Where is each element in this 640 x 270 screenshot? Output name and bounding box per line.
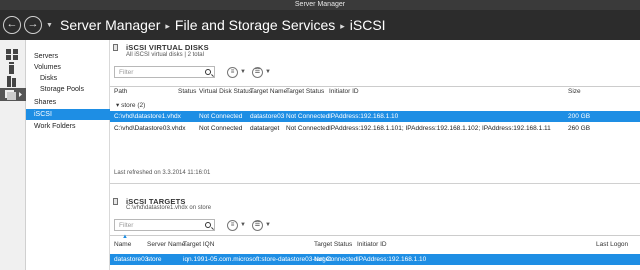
- breadcrumb-file-storage[interactable]: File and Storage Services: [175, 17, 335, 33]
- cell-target-status: Not Connected: [286, 113, 330, 120]
- nav-item-storage-pools[interactable]: Storage Pools: [40, 86, 84, 93]
- group-header[interactable]: ▾ store (2): [116, 101, 145, 109]
- panel-divider: [110, 183, 640, 184]
- file-storage-services-icon[interactable]: [0, 88, 26, 101]
- history-dropdown-icon[interactable]: ▼: [46, 22, 53, 29]
- nav-item-disks[interactable]: Disks: [40, 75, 57, 82]
- targets-section-subtitle: C:\vhd\datastore1.vhdx on store: [126, 205, 212, 211]
- all-servers-icon[interactable]: [5, 75, 19, 88]
- cell-target-name: datastore03: [250, 113, 285, 120]
- cell-path: C:\vhd\datastore1.vhdx: [114, 113, 181, 120]
- nav-pane: Servers Volumes Disks Storage Pools Shar…: [26, 40, 110, 270]
- cell-server-name: store: [147, 256, 162, 263]
- nav-item-work-folders[interactable]: Work Folders: [34, 123, 76, 130]
- col-vd-status[interactable]: Virtual Disk Status: [199, 88, 252, 95]
- nav-item-shares[interactable]: Shares: [34, 99, 56, 106]
- back-button[interactable]: ←: [3, 16, 21, 34]
- cell-target-iqn: iqn.1991-05.com.microsoft:store-datastor…: [183, 256, 332, 263]
- table-row[interactable]: datastore03 store iqn.1991-05.com.micros…: [110, 254, 640, 265]
- sort-ascending-icon: ▲: [122, 234, 128, 240]
- cell-target-status: Not Connected: [314, 256, 358, 263]
- virtual-disk-icon: [113, 44, 118, 51]
- list-options-button[interactable]: ≡: [227, 220, 238, 231]
- chevron-down-icon[interactable]: ▼: [265, 222, 271, 228]
- breadcrumb-server-manager[interactable]: Server Manager: [60, 17, 160, 33]
- cell-vd-status: Not Connected: [199, 125, 243, 132]
- targets-table-border: [110, 235, 640, 237]
- col-initiator-id[interactable]: Initiator ID: [329, 88, 359, 95]
- breadcrumb-iscsi[interactable]: iSCSI: [350, 17, 386, 33]
- cell-initiator-id: IPAddress:192.168.1.10: [329, 113, 399, 120]
- cell-initiator-id: IPAddress:192.168.1.101; IPAddress:192.1…: [329, 125, 551, 132]
- last-refreshed-text: Last refreshed on 3.3.2014 11:16:01: [114, 170, 211, 176]
- breadcrumb: Server Manager ▸ File and Storage Services…: [60, 17, 386, 33]
- disks-section-title: iSCSI VIRTUAL DISKS: [126, 43, 209, 52]
- chevron-down-icon[interactable]: ▼: [265, 69, 271, 75]
- nav-item-volumes[interactable]: Volumes: [34, 64, 61, 71]
- chevron-down-icon[interactable]: ▼: [240, 222, 246, 228]
- cell-name: datastore03: [114, 256, 149, 263]
- cell-path: C:\vhd\Datastore03.vhdx: [114, 125, 186, 132]
- cell-size: 200 GB: [568, 113, 591, 120]
- target-icon: [113, 198, 118, 205]
- breadcrumb-separator-icon: ▸: [165, 21, 170, 31]
- col-initiator-id[interactable]: Initiator ID: [357, 241, 387, 248]
- iscsi-virtual-disks-panel: iSCSI VIRTUAL DISKS All iSCSI virtual di…: [110, 40, 640, 186]
- app-header: ← → ▼ Server Manager ▸ File and Storage Se…: [0, 10, 640, 40]
- targets-filter-placeholder: Filter: [119, 222, 134, 229]
- group-label: store (2): [121, 102, 146, 109]
- col-path[interactable]: Path: [114, 88, 127, 95]
- dashboard-icon[interactable]: [5, 48, 19, 61]
- list-options-button[interactable]: ≡: [227, 67, 238, 78]
- table-row[interactable]: C:\vhd\datastore1.vhdx Not Connected dat…: [110, 111, 640, 122]
- cell-vd-status: Not Connected: [199, 113, 243, 120]
- left-icon-rail: [0, 40, 26, 270]
- local-server-icon[interactable]: [5, 62, 19, 75]
- cell-target-name: datatarget: [250, 125, 280, 132]
- save-query-button[interactable]: ☰: [252, 220, 263, 231]
- col-last-logon[interactable]: Last Logon: [596, 241, 628, 248]
- window-title: Server Manager: [294, 1, 346, 8]
- col-target-status[interactable]: Target Status: [314, 241, 352, 248]
- col-target-name[interactable]: Target Name: [250, 88, 287, 95]
- chevron-down-icon[interactable]: ▼: [240, 69, 246, 75]
- disks-filter-placeholder: Filter: [119, 69, 134, 76]
- col-status[interactable]: Status: [178, 88, 196, 95]
- col-target-status[interactable]: Target Status: [286, 88, 324, 95]
- breadcrumb-separator-icon: ▸: [340, 21, 345, 31]
- cell-size: 260 GB: [568, 125, 591, 132]
- disks-filter-input[interactable]: Filter: [114, 66, 215, 78]
- table-row[interactable]: C:\vhd\Datastore03.vhdx Not Connected da…: [110, 123, 640, 134]
- cell-target-status: Not Connected: [286, 125, 330, 132]
- iscsi-targets-panel: iSCSI TARGETS C:\vhd\datastore1.vhdx on …: [110, 186, 640, 270]
- nav-item-servers[interactable]: Servers: [34, 53, 58, 60]
- nav-item-iscsi[interactable]: iSCSI: [26, 109, 110, 120]
- forward-button[interactable]: →: [24, 16, 42, 34]
- window-titlebar: Server Manager: [0, 0, 640, 10]
- search-icon[interactable]: [205, 69, 211, 75]
- col-target-iqn[interactable]: Target IQN: [183, 241, 214, 248]
- cell-initiator-id: IPAddress:192.168.1.10: [357, 256, 427, 263]
- col-name[interactable]: Name: [114, 241, 131, 248]
- save-query-button[interactable]: ☰: [252, 67, 263, 78]
- search-icon[interactable]: [205, 222, 211, 228]
- targets-filter-input[interactable]: Filter: [114, 219, 215, 231]
- col-server-name[interactable]: Server Name: [147, 241, 185, 248]
- col-size[interactable]: Size: [568, 88, 581, 95]
- disks-section-subtitle: All iSCSI virtual disks | 2 total: [126, 52, 204, 58]
